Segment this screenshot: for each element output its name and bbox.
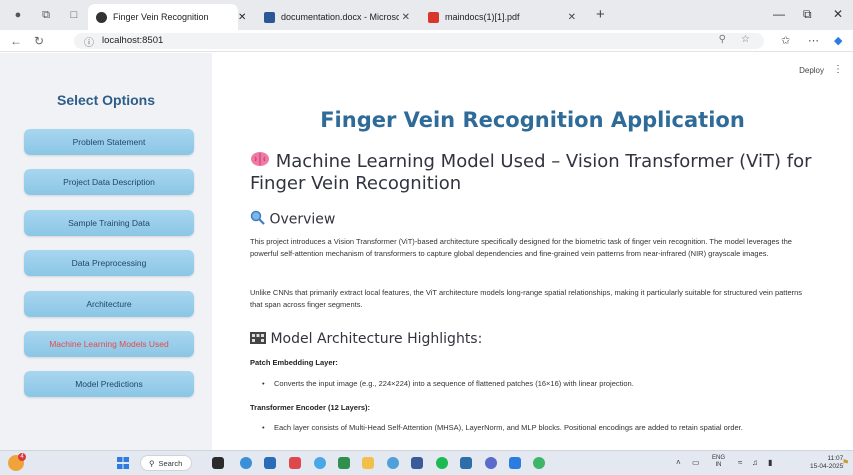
sidebar: Select Options Problem Statement Project…: [0, 53, 212, 450]
file-explorer-icon[interactable]: [362, 457, 374, 469]
search-label: Search: [158, 458, 183, 468]
overview-paragraph-2: Unlike CNNs that primarily extract local…: [250, 288, 803, 309]
restore-icon[interactable]: ⧉: [803, 7, 812, 22]
tab-maindocs-pdf[interactable]: maindocs(1)[1].pdf ✕: [420, 4, 590, 30]
patch-embedding-heading: Patch Embedding Layer:: [250, 358, 338, 367]
page-title: Finger Vein Recognition Application: [320, 108, 745, 132]
transformer-encoder-heading: Transformer Encoder (12 Layers):: [250, 403, 371, 412]
brain-icon: [250, 151, 270, 173]
spotify-icon[interactable]: [436, 457, 448, 469]
task-view-icon[interactable]: [212, 457, 224, 469]
notification-bell-icon[interactable]: ⚑: [842, 458, 849, 467]
sidebar-item-machine-learning-models-used[interactable]: Machine Learning Models Used: [24, 331, 194, 357]
overview-paragraph-1: This project introduces a Vision Transfo…: [250, 237, 792, 258]
bullet-icon: •: [262, 379, 265, 388]
tab-label: Finger Vein Recognition: [113, 12, 209, 22]
overview-heading-text: Overview: [269, 211, 336, 228]
tab-label: maindocs(1)[1].pdf: [445, 12, 520, 22]
list-item: • Each layer consists of Multi-Head Self…: [262, 422, 802, 434]
clock-time: 11:07: [827, 455, 844, 462]
language-indicator[interactable]: ENG IN: [712, 455, 725, 469]
building-icon: [250, 330, 266, 348]
back-icon[interactable]: ←: [10, 34, 22, 48]
search-icon: ⚲: [149, 458, 155, 468]
windows-taskbar: 4 ⚲ Search ˄ ▭ ENG IN ≈ ♫ ▮ 11:07 15-04-…: [0, 450, 853, 475]
app-icon[interactable]: [338, 457, 350, 469]
profile-icon[interactable]: ●: [12, 9, 24, 21]
battery-icon[interactable]: ▮: [768, 458, 772, 467]
browser-tab-bar: ● ⧉ □ Finger Vein Recognition ✕ document…: [0, 0, 853, 30]
site-info-icon[interactable]: ⓘ: [84, 34, 94, 49]
chrome-icon[interactable]: [387, 457, 399, 469]
sidebar-item-sample-training-data[interactable]: Sample Training Data: [24, 210, 194, 236]
close-tab-icon[interactable]: ✕: [238, 4, 250, 30]
url-text[interactable]: localhost:8501: [102, 35, 163, 46]
tab-finger-vein-recognition[interactable]: Finger Vein Recognition: [88, 4, 238, 30]
url-field[interactable]: ⓘ localhost:8501 ⚲ ☆: [74, 33, 764, 49]
tab-documentation-docx[interactable]: documentation.docx - Microsoft ✕: [256, 4, 416, 30]
zoom-icon[interactable]: ⚲: [719, 34, 726, 45]
favorites-icon[interactable]: ✩: [781, 34, 790, 47]
new-tab-icon[interactable]: +: [596, 6, 605, 23]
bullet-icon: •: [262, 423, 265, 432]
architecture-heading-text: Model Architecture Highlights:: [270, 331, 483, 347]
streamlit-favicon-icon: [96, 11, 107, 23]
system-clock[interactable]: 11:07 15-04-2025: [810, 455, 843, 471]
close-window-icon[interactable]: ✕: [833, 7, 843, 21]
sidebar-item-model-predictions[interactable]: Model Predictions: [24, 371, 194, 397]
more-options-icon[interactable]: ⋯: [808, 34, 819, 47]
deploy-button[interactable]: Deploy: [799, 66, 824, 75]
app-icon[interactable]: [460, 457, 472, 469]
close-tab-icon[interactable]: ✕: [568, 12, 576, 23]
notification-badge: 4: [18, 453, 26, 461]
main-menu-icon[interactable]: ⋮: [833, 64, 843, 75]
store-icon[interactable]: [264, 457, 276, 469]
display-icon[interactable]: ▭: [692, 458, 700, 467]
sidebar-item-architecture[interactable]: Architecture: [24, 291, 194, 317]
refresh-icon[interactable]: ↻: [34, 34, 44, 48]
show-hidden-icons-icon[interactable]: ˄: [676, 458, 681, 467]
whatsapp-icon[interactable]: [533, 457, 545, 469]
tab-label: documentation.docx - Microsoft: [281, 12, 399, 22]
list-item-text: Each layer consists of Multi-Head Self-A…: [274, 423, 743, 432]
minimize-icon[interactable]: —: [773, 7, 785, 21]
mail-icon[interactable]: [289, 457, 301, 469]
app-icon[interactable]: [314, 457, 326, 469]
sidebar-title: Select Options: [56, 92, 156, 108]
clock-date: 15-04-2025: [810, 463, 844, 470]
language-region: IN: [715, 462, 722, 468]
section-title: Machine Learning Model Used – Vision Tra…: [250, 151, 820, 195]
tab-actions-icon[interactable]: □: [68, 9, 80, 21]
favorite-star-icon[interactable]: ☆: [741, 34, 750, 45]
edge-browser-icon[interactable]: [240, 457, 252, 469]
sidebar-item-problem-statement[interactable]: Problem Statement: [24, 129, 194, 155]
section-title-text: Machine Learning Model Used – Vision Tra…: [250, 151, 812, 194]
wifi-icon[interactable]: ≈: [738, 458, 742, 467]
sidebar-item-data-preprocessing[interactable]: Data Preprocessing: [24, 250, 194, 276]
sidebar-item-project-data-description[interactable]: Project Data Description: [24, 169, 194, 195]
language-code: ENG: [712, 455, 726, 461]
magnifier-icon: [250, 210, 265, 229]
close-tab-icon[interactable]: ✕: [402, 12, 410, 23]
windows-start-icon[interactable]: [117, 457, 129, 469]
workspaces-icon[interactable]: ⧉: [40, 9, 52, 21]
list-item-text: Converts the input image (e.g., 224×224)…: [274, 379, 634, 388]
pdf-favicon-icon: [428, 11, 439, 23]
copilot-icon[interactable]: ◆: [834, 34, 842, 47]
list-item: • Converts the input image (e.g., 224×22…: [262, 378, 802, 390]
word-doc-favicon-icon: [264, 11, 275, 23]
main-content: Deploy ⋮ Finger Vein Recognition Applica…: [212, 53, 853, 450]
architecture-heading: Model Architecture Highlights:: [250, 330, 482, 348]
taskbar-search[interactable]: ⚲ Search: [140, 455, 192, 471]
volume-icon[interactable]: ♫: [752, 458, 758, 467]
app-icon[interactable]: [485, 457, 497, 469]
overview-heading: Overview: [250, 210, 335, 229]
vscode-icon[interactable]: [509, 457, 521, 469]
address-bar: ← ↻ ⓘ localhost:8501 ⚲ ☆ ✩ ⋯ ◆: [0, 30, 853, 52]
app-icon[interactable]: [411, 457, 423, 469]
